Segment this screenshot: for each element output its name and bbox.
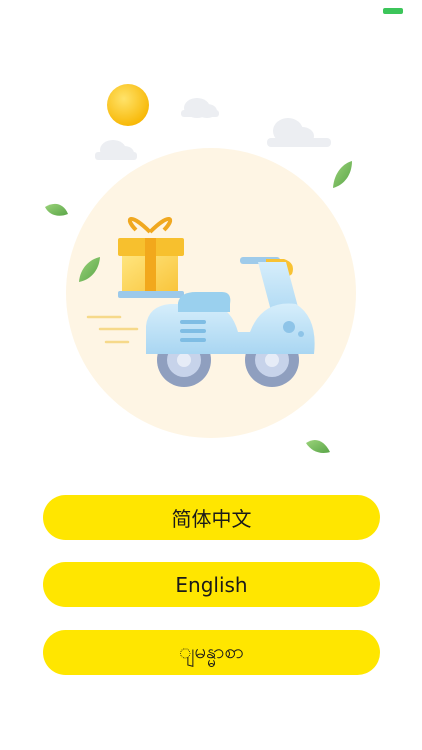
sun-icon <box>107 84 149 126</box>
cloud-icon <box>95 140 137 160</box>
cloud-icon <box>181 98 219 118</box>
cloud-icon <box>267 118 331 147</box>
leaf-icon <box>333 161 352 188</box>
language-label: English <box>175 572 248 597</box>
leaf-icon <box>45 203 68 216</box>
language-button-burmese[interactable]: ျမန္မာစာ <box>43 630 380 675</box>
language-button-english[interactable]: English <box>43 562 380 607</box>
language-button-simplified-chinese[interactable]: 简体中文 <box>43 495 380 540</box>
language-label: 简体中文 <box>171 507 252 531</box>
leaf-icon <box>306 440 330 453</box>
language-label: ျမန္မာစာ <box>178 638 245 663</box>
delivery-illustration <box>45 84 356 453</box>
language-select-screen: 简体中文 English ျမန္မာစာ <box>0 0 422 750</box>
